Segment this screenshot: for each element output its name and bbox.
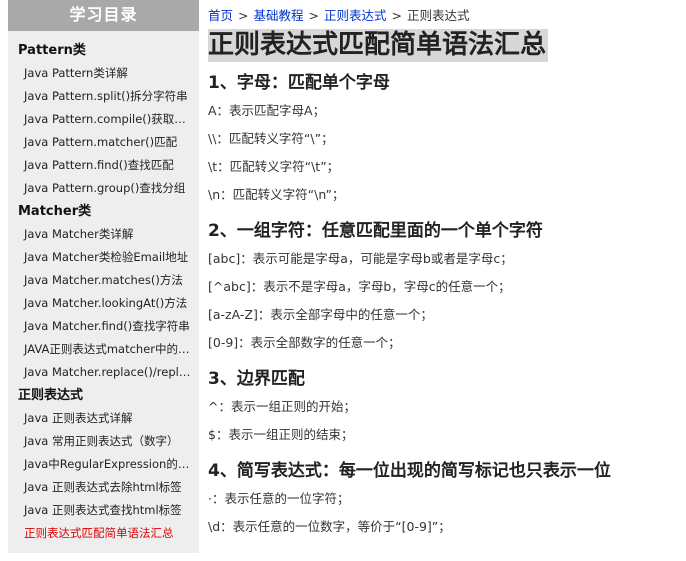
content-line: [0-9]：表示全部数字的任意一个；	[208, 335, 401, 350]
sidebar-link[interactable]: Java 正则表达式去除html标签	[8, 476, 199, 499]
sidebar-link[interactable]: Java 常用正则表达式（数字）	[8, 430, 199, 453]
sidebar: 学习目录 Pattern类 Java Pattern类详解 Java Patte…	[8, 0, 199, 553]
content-line: \\：匹配转义字符“\”；	[208, 131, 334, 146]
sidebar-link[interactable]: Java 正则表达式详解	[8, 407, 199, 430]
main-content: 首页 > 基础教程 > 正则表达式 > 正则表达式 正则表达式匹配简单语法汇总 1、字母：匹…	[208, 0, 686, 561]
content-line: ·：表示任意的一位字符；	[208, 491, 350, 506]
content-line: [a-zA-Z]：表示全部字母中的任意一个；	[208, 307, 433, 322]
page-title: 正则表达式匹配简单语法汇总	[208, 29, 549, 62]
breadcrumb-separator: >	[238, 8, 249, 23]
content-line: A：表示匹配字母A；	[208, 103, 326, 118]
breadcrumb-basics-link[interactable]: 基础教程	[254, 8, 304, 23]
breadcrumb-regex-link[interactable]: 正则表达式	[324, 8, 387, 23]
sidebar-link[interactable]: Java Pattern类详解	[8, 62, 199, 85]
sidebar-link[interactable]: Java Pattern.split()拆分字符串	[8, 85, 199, 108]
content-line: [^abc]：表示不是字母a，字母b，字母c的任意一个；	[208, 279, 511, 294]
sidebar-group-title-pattern: Pattern类	[18, 43, 86, 58]
sidebar-link[interactable]: Java Matcher.matches()方法	[8, 269, 199, 292]
sidebar-link[interactable]: Java Matcher类检验Email地址	[8, 246, 199, 269]
sidebar-link[interactable]: Java Pattern.matcher()匹配	[8, 131, 199, 154]
sidebar-link-active[interactable]: 正则表达式匹配简单语法汇总	[8, 522, 199, 545]
breadcrumb-separator: >	[391, 8, 402, 23]
sidebar-link[interactable]: Java Matcher.replace()/replaceAll()	[8, 361, 199, 384]
breadcrumb-current: 正则表达式	[407, 8, 470, 23]
sidebar-link[interactable]: Java 正则表达式查找html标签	[8, 499, 199, 522]
sidebar-link[interactable]: Java Matcher类详解	[8, 223, 199, 246]
section-heading: 4、简写表达式：每一位出现的简写标记也只表示一位	[208, 461, 611, 481]
content-line: ^：表示一组正则的开始；	[208, 399, 356, 414]
content-line: \d：表示任意的一位数字，等价于“[0-9]”；	[208, 519, 451, 534]
sidebar-link[interactable]: Java Pattern.group()查找分组	[8, 177, 199, 200]
breadcrumb-home-link[interactable]: 首页	[208, 8, 233, 23]
content-line: $：表示一组正则的结束；	[208, 427, 354, 442]
sidebar-link[interactable]: Java Pattern.compile()获取对象	[8, 108, 199, 131]
sidebar-title: 学习目录	[8, 0, 199, 31]
sidebar-group-title-regex: 正则表达式	[18, 388, 84, 403]
sidebar-link[interactable]: Java Matcher.find()查找字符串	[8, 315, 199, 338]
section-heading: 2、一组字符：任意匹配里面的一个单个字符	[208, 221, 543, 241]
section-heading: 1、字母：匹配单个字母	[208, 73, 390, 93]
sidebar-link[interactable]: Java Matcher.lookingAt()方法	[8, 292, 199, 315]
sidebar-link[interactable]: Java中RegularExpression的用法	[8, 453, 199, 476]
sidebar-link[interactable]: JAVA正则表达式matcher中的方法	[8, 338, 199, 361]
breadcrumb: 首页 > 基础教程 > 正则表达式 > 正则表达式	[208, 5, 686, 27]
breadcrumb-separator: >	[308, 8, 319, 23]
content-line: \t：匹配转义字符“\t”；	[208, 159, 340, 174]
content-line: \n：匹配转义字符“\n”；	[208, 187, 345, 202]
sidebar-link[interactable]: Java Pattern.find()查找匹配	[8, 154, 199, 177]
section-heading: 3、边界匹配	[208, 369, 305, 389]
sidebar-group-title-matcher: Matcher类	[18, 204, 92, 219]
content-line: [abc]：表示可能是字母a，可能是字母b或者是字母c；	[208, 251, 513, 266]
